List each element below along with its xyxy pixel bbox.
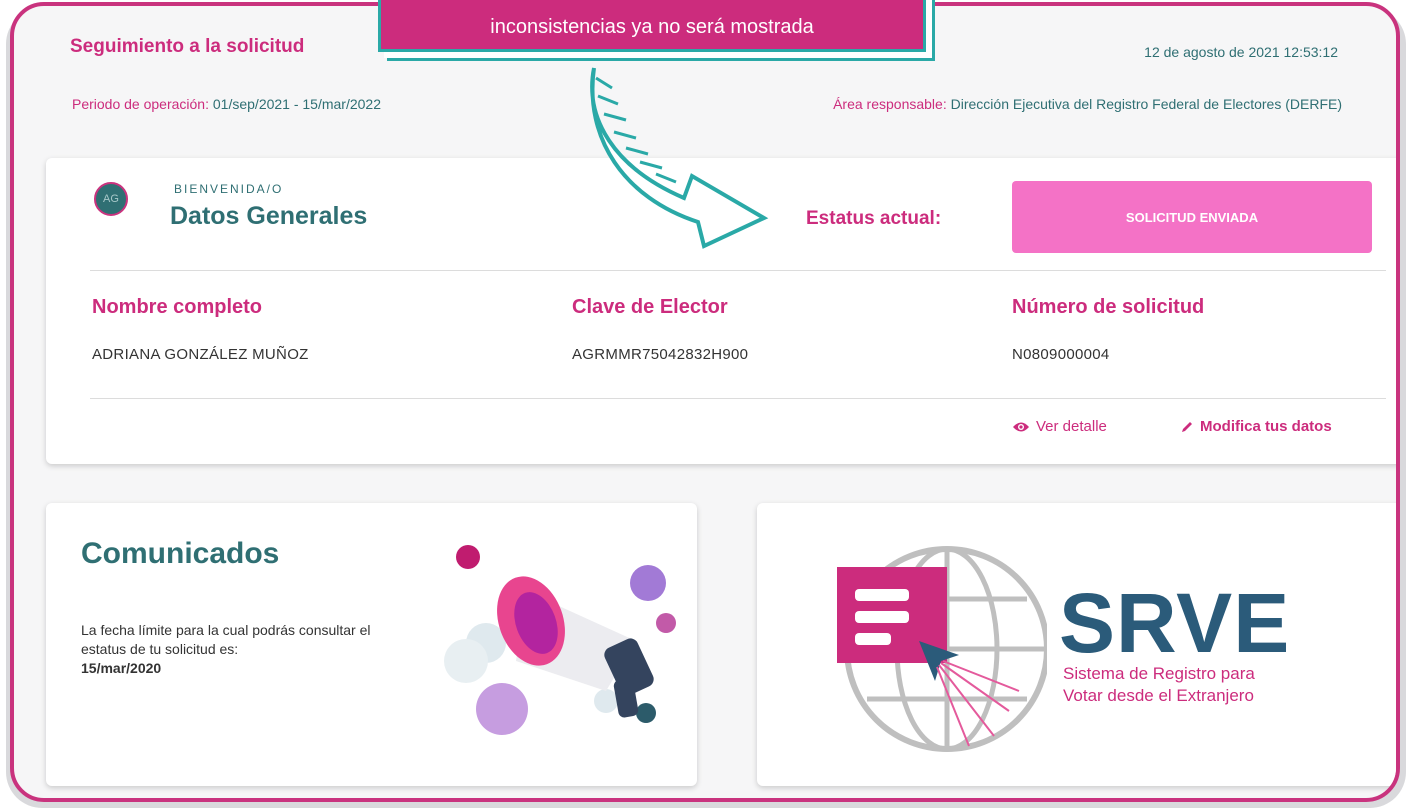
arrow-annotation [590, 67, 769, 249]
current-datetime: 12 de agosto de 2021 12:53:12 [1144, 44, 1338, 60]
modifica-datos-link[interactable]: Modifica tus datos [1180, 418, 1332, 435]
status-label: Estatus actual: [806, 208, 942, 229]
numero-value: N0809000004 [1012, 346, 1110, 363]
area-value: Dirección Ejecutiva del Registro Federal… [950, 96, 1342, 112]
numero-label: Número de solicitud [1012, 296, 1205, 318]
srve-card: SRVE Sistema de Registro para Votar desd… [757, 503, 1396, 786]
welcome-label: BIENVENIDA/O [174, 182, 284, 196]
responsible-area: Área responsable: Dirección Ejecutiva de… [833, 96, 1342, 112]
comunicados-text: La fecha límite para la cual podrás cons… [81, 621, 411, 678]
pencil-icon [1182, 421, 1192, 432]
period-value: 01/sep/2021 - 15/mar/2022 [212, 96, 382, 112]
clave-label: Clave de Elector [572, 296, 728, 318]
eye-icon [1013, 422, 1029, 431]
megaphone-illustration [444, 545, 676, 735]
divider-bottom [90, 398, 1386, 399]
area-label: Área responsable: [833, 96, 947, 112]
nombre-value: ADRIANA GONZÁLEZ MUÑOZ [92, 346, 309, 363]
operation-period: Periodo de operación: 01/sep/2021 - 15/m… [72, 96, 381, 112]
cursor-icon [919, 641, 1020, 747]
divider-top [90, 270, 1386, 271]
comunicados-date: 15/mar/2020 [81, 660, 162, 676]
ver-detalle-label: Ver detalle [1036, 418, 1107, 435]
period-label: Periodo de operación: [72, 96, 209, 112]
datos-generales-title: Datos Generales [170, 202, 368, 230]
comunicados-title: Comunicados [81, 537, 280, 570]
screen-frame: Seguimiento a la solicitud 12 de agosto … [10, 2, 1400, 802]
page-title: Seguimiento a la solicitud [70, 36, 305, 57]
comunicados-message: La fecha límite para la cual podrás cons… [81, 622, 371, 657]
status-badge[interactable]: SOLICITUD ENVIADA [1012, 181, 1372, 253]
srve-subtitle: Sistema de Registro para Votar desde el … [1063, 663, 1255, 707]
avatar: AG [94, 182, 128, 216]
ver-detalle-link[interactable]: Ver detalle [1012, 418, 1107, 435]
nombre-label: Nombre completo [92, 296, 263, 318]
clave-value: AGRMMR75042832H900 [572, 346, 749, 363]
srve-line1: Sistema de Registro para [1063, 664, 1255, 683]
comunicados-card: Comunicados La fecha límite para la cual… [46, 503, 697, 786]
tutorial-banner: inconsistencias ya no será mostrada [378, 0, 926, 52]
srve-logo-text: SRVE [1059, 576, 1291, 670]
modifica-datos-label: Modifica tus datos [1200, 418, 1332, 435]
srve-line2: Votar desde el Extranjero [1063, 686, 1254, 705]
